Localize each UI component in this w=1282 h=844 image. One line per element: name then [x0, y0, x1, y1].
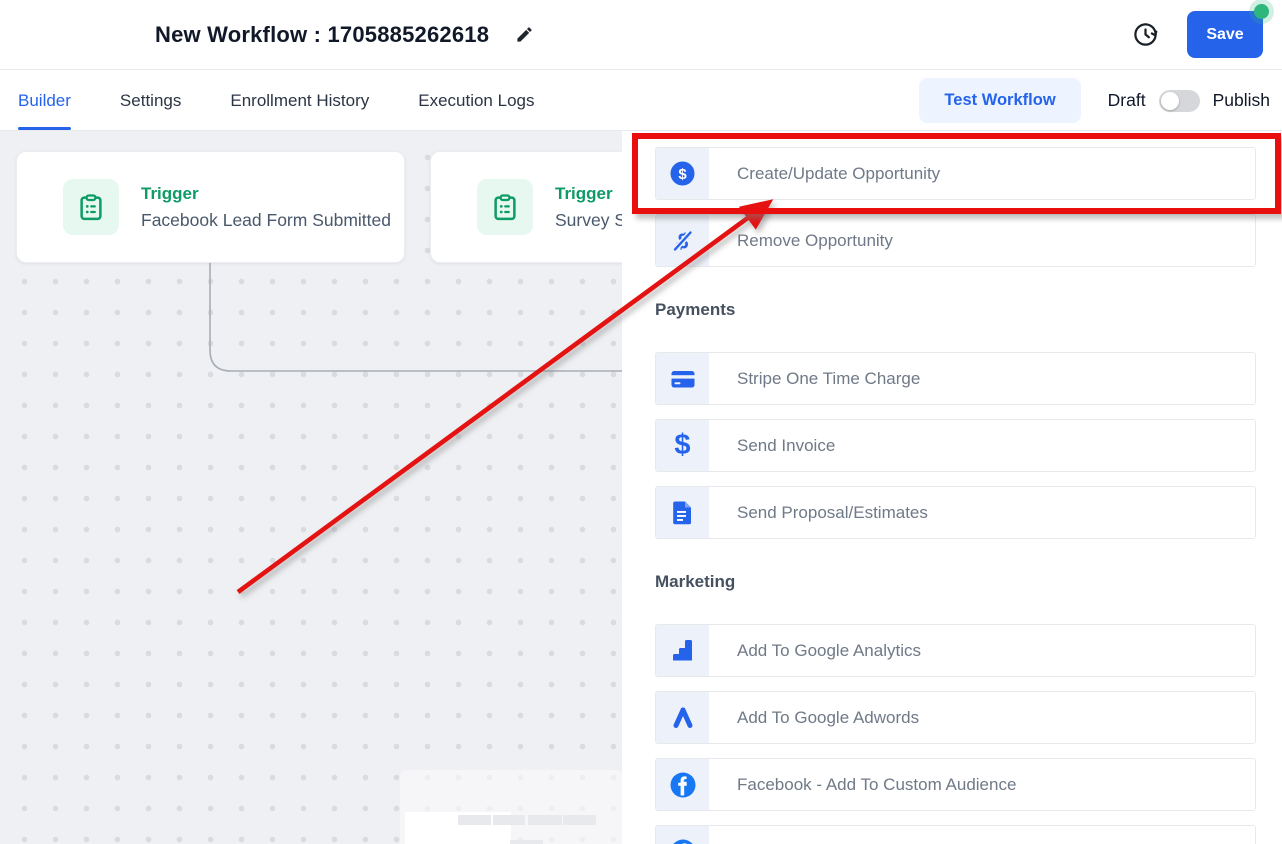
- version-history-button[interactable]: [1132, 21, 1159, 48]
- tab-enrollment-history[interactable]: Enrollment History: [230, 71, 369, 130]
- header: New Workflow : 1705885262618 Save: [0, 0, 1282, 70]
- dollar-icon: $: [674, 431, 690, 460]
- money-off-icon: $: [669, 227, 697, 255]
- save-button-label: Save: [1206, 26, 1243, 43]
- skeleton-bar: [510, 840, 543, 844]
- publish-toggle[interactable]: [1159, 90, 1200, 112]
- publish-toggle-knob: [1161, 92, 1179, 110]
- action-icon-cell: [656, 353, 709, 404]
- skeleton-bar: [528, 815, 562, 825]
- save-button[interactable]: Save: [1187, 11, 1263, 58]
- action-label: Add To Google Adwords: [709, 692, 919, 743]
- trigger-text: Trigger Facebook Lead Form Submitted: [141, 184, 391, 231]
- google-ads-icon: [669, 704, 697, 732]
- action-label: Create/Update Opportunity: [709, 148, 940, 199]
- tab-bar: Builder Settings Enrollment History Exec…: [0, 71, 1282, 131]
- action-label: Stripe One Time Charge: [709, 353, 920, 404]
- action-icon-cell: [656, 487, 709, 538]
- pencil-icon: [515, 25, 534, 44]
- action-icon-cell: [656, 625, 709, 676]
- partial-embedded-screenshot: [400, 770, 622, 844]
- page-title: New Workflow : 1705885262618: [155, 22, 489, 48]
- facebook-icon: [669, 771, 697, 799]
- unsaved-changes-badge: [1254, 4, 1269, 19]
- trigger-title: Trigger: [141, 184, 391, 204]
- edit-title-button[interactable]: [515, 25, 534, 44]
- tab-builder[interactable]: Builder: [18, 71, 71, 130]
- action-icon-cell: [656, 759, 709, 810]
- action-stripe-one-time-charge[interactable]: Stripe One Time Charge: [655, 352, 1256, 405]
- document-icon: [669, 499, 696, 526]
- action-icon-cell: $: [656, 148, 709, 199]
- skeleton-bar: [458, 815, 491, 825]
- action-facebook-add-to-custom-audience[interactable]: Facebook - Add To Custom Audience: [655, 758, 1256, 811]
- tabs: Builder Settings Enrollment History Exec…: [18, 71, 534, 130]
- action-add-to-google-analytics[interactable]: Add To Google Analytics: [655, 624, 1256, 677]
- action-label: Send Invoice: [709, 420, 835, 471]
- dollar-circle-icon: $: [669, 160, 696, 187]
- section-heading-payments: Payments: [655, 300, 1256, 320]
- clipboard-trigger-icon: [490, 192, 520, 222]
- action-create-update-opportunity[interactable]: $ Create/Update Opportunity: [655, 147, 1256, 200]
- facebook-icon: [669, 838, 697, 844]
- skeleton-bar: [493, 815, 525, 825]
- action-icon-cell: $: [656, 215, 709, 266]
- action-remove-opportunity[interactable]: $ Remove Opportunity: [655, 214, 1256, 267]
- workflow-canvas[interactable]: Trigger Facebook Lead Form Submitted Tri…: [0, 131, 622, 844]
- trigger-icon-box: [477, 179, 533, 235]
- action-label: Add To Google Analytics: [709, 625, 921, 676]
- actions-panel: $ Create/Update Opportunity $ Remove Opp…: [622, 131, 1282, 844]
- draft-label: Draft: [1108, 90, 1146, 111]
- clipboard-trigger-icon: [76, 192, 106, 222]
- action-icon-cell: $: [656, 420, 709, 471]
- action-facebook-partial[interactable]: [655, 825, 1256, 844]
- action-label: Send Proposal/Estimates: [709, 487, 928, 538]
- publish-label: Publish: [1213, 90, 1270, 111]
- history-clock-icon: [1132, 21, 1159, 48]
- action-send-proposal-estimates[interactable]: Send Proposal/Estimates: [655, 486, 1256, 539]
- tab-execution-logs[interactable]: Execution Logs: [418, 71, 534, 130]
- action-send-invoice[interactable]: $ Send Invoice: [655, 419, 1256, 472]
- action-add-to-google-adwords[interactable]: Add To Google Adwords: [655, 691, 1256, 744]
- action-label: Facebook - Add To Custom Audience: [709, 759, 1016, 810]
- action-icon-cell: [656, 826, 709, 844]
- tab-settings[interactable]: Settings: [120, 71, 181, 130]
- credit-card-icon: [669, 365, 697, 393]
- svg-text:$: $: [678, 166, 687, 183]
- google-analytics-icon: [669, 637, 696, 664]
- trigger-icon-box: [63, 179, 119, 235]
- test-workflow-button[interactable]: Test Workflow: [919, 78, 1080, 123]
- section-heading-marketing: Marketing: [655, 572, 1256, 592]
- trigger-node-facebook-lead-form[interactable]: Trigger Facebook Lead Form Submitted: [16, 151, 405, 263]
- action-label: [709, 826, 737, 844]
- skeleton-bar: [563, 815, 596, 825]
- trigger-subtitle: Facebook Lead Form Submitted: [141, 210, 391, 231]
- action-label: Remove Opportunity: [709, 215, 893, 266]
- action-icon-cell: [656, 692, 709, 743]
